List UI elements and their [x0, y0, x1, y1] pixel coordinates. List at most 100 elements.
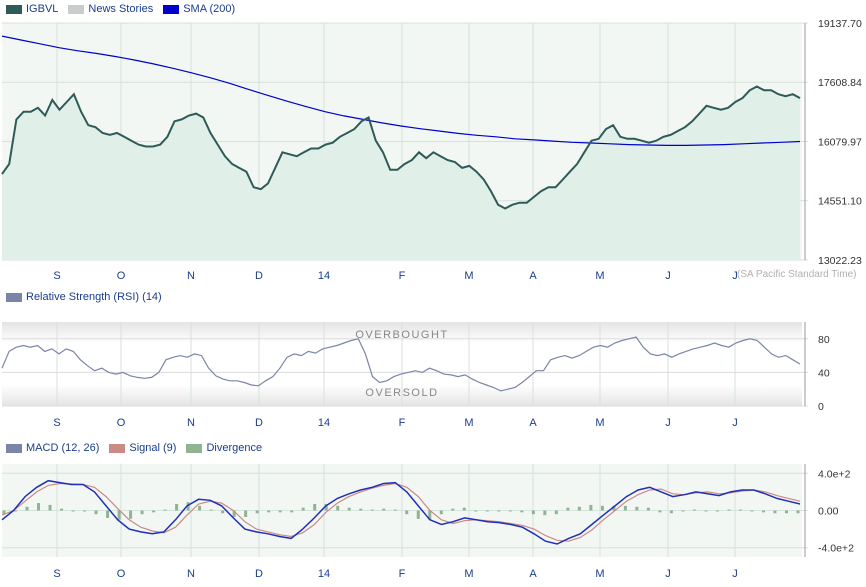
- divergence-bar: [416, 510, 420, 519]
- x-tick-label: 14: [318, 417, 330, 429]
- x-tick-label: D: [255, 417, 263, 429]
- x-tick-label: O: [117, 270, 126, 282]
- divergence-bar: [370, 509, 374, 511]
- divergence-bar: [37, 503, 41, 511]
- divergence-bar: [106, 510, 110, 518]
- x-tick-label: S: [53, 568, 60, 580]
- divergence-bar: [163, 509, 167, 511]
- divergence-bar: [543, 510, 547, 516]
- divergence-bar: [290, 510, 294, 513]
- divergence-bar: [359, 508, 363, 511]
- divergence-bar: [508, 510, 512, 512]
- divergence-bar: [635, 506, 639, 511]
- divergence-bar: [60, 508, 64, 511]
- divergence-bar: [451, 508, 455, 511]
- divergence-bar: [796, 510, 800, 514]
- divergence-bar: [784, 510, 788, 514]
- divergence-bar: [152, 510, 156, 513]
- divergence-bar: [600, 505, 604, 511]
- divergence-bar: [278, 510, 282, 513]
- divergence-bar: [566, 507, 570, 511]
- y-tick-label: 19137.70: [818, 18, 862, 30]
- divergence-bar: [117, 510, 121, 520]
- x-tick-label: M: [464, 417, 473, 429]
- divergence-bar: [462, 507, 466, 511]
- divergence-bar: [393, 509, 397, 511]
- divergence-bar: [681, 510, 685, 512]
- x-tick-label: D: [255, 568, 263, 580]
- y-tick-label: 40: [818, 367, 830, 379]
- divergence-bar: [94, 510, 98, 515]
- divergence-bar: [485, 510, 489, 512]
- x-tick-label: N: [187, 270, 195, 282]
- divergence-bar: [313, 503, 317, 511]
- divergence-bar: [129, 510, 133, 519]
- x-tick-label: A: [529, 568, 537, 580]
- divergence-bar: [14, 510, 18, 512]
- x-tick-label: M: [595, 568, 604, 580]
- y-tick-label: 14551.10: [818, 196, 862, 208]
- y-tick-label: 4.0e+2: [818, 468, 851, 480]
- divergence-bar: [727, 509, 731, 511]
- timezone-note: (SA Pacific Standard Time): [737, 269, 857, 280]
- x-tick-label: 14: [318, 568, 330, 580]
- x-tick-label: J: [665, 568, 671, 580]
- x-tick-label: D: [255, 270, 263, 282]
- y-tick-label: 17608.84: [818, 77, 862, 89]
- divergence-bar: [692, 509, 696, 511]
- divergence-bar: [520, 510, 524, 513]
- x-tick-label: 14: [318, 270, 330, 282]
- divergence-bar: [71, 510, 75, 512]
- divergence-bar: [405, 510, 409, 515]
- x-tick-label: J: [732, 417, 738, 429]
- x-tick-label: M: [595, 270, 604, 282]
- divergence-bar: [301, 507, 305, 511]
- y-tick-label: -4.0e+2: [818, 543, 854, 555]
- x-tick-label: J: [665, 417, 671, 429]
- divergence-bar: [175, 503, 179, 511]
- divergence-bar: [244, 510, 248, 518]
- y-tick-label: 16079.97: [818, 136, 862, 148]
- divergence-bar: [773, 510, 777, 514]
- divergence-bar: [704, 510, 708, 512]
- x-tick-label: F: [399, 270, 406, 282]
- divergence-bar: [715, 510, 719, 512]
- divergence-bar: [255, 510, 259, 514]
- y-tick-label: 13022.23: [818, 255, 862, 267]
- divergence-bar: [198, 505, 202, 511]
- x-tick-label: N: [187, 568, 195, 580]
- x-tick-label: F: [399, 568, 406, 580]
- y-tick-label: 80: [818, 334, 830, 346]
- x-tick-label: O: [117, 568, 126, 580]
- x-tick-label: J: [665, 270, 671, 282]
- overbought-label: OVERBOUGHT: [355, 329, 448, 341]
- divergence-bar: [221, 510, 225, 514]
- divergence-bar: [497, 510, 501, 512]
- x-tick-label: S: [53, 417, 60, 429]
- x-tick-label: S: [53, 270, 60, 282]
- divergence-bar: [48, 504, 52, 511]
- x-tick-label: M: [595, 417, 604, 429]
- x-tick-label: A: [529, 417, 537, 429]
- divergence-bar: [83, 510, 87, 512]
- divergence-bar: [750, 510, 754, 512]
- divergence-bar: [474, 510, 478, 512]
- divergence-bar: [738, 509, 742, 511]
- divergence-bar: [439, 510, 443, 515]
- divergence-bar: [658, 510, 662, 513]
- divergence-bar: [669, 510, 673, 514]
- x-tick-label: M: [464, 568, 473, 580]
- divergence-bar: [646, 507, 650, 511]
- divergence-bar: [623, 505, 627, 511]
- divergence-bar: [336, 505, 340, 511]
- divergence-bar: [589, 504, 593, 511]
- y-tick-label: 0.00: [818, 506, 839, 518]
- oversold-label: OVERSOLD: [365, 387, 438, 399]
- divergence-bar: [761, 510, 765, 513]
- x-tick-label: N: [187, 417, 195, 429]
- divergence-bar: [140, 510, 144, 515]
- divergence-bar: [25, 506, 29, 511]
- x-tick-label: M: [464, 270, 473, 282]
- x-tick-label: O: [117, 417, 126, 429]
- x-tick-label: J: [732, 568, 738, 580]
